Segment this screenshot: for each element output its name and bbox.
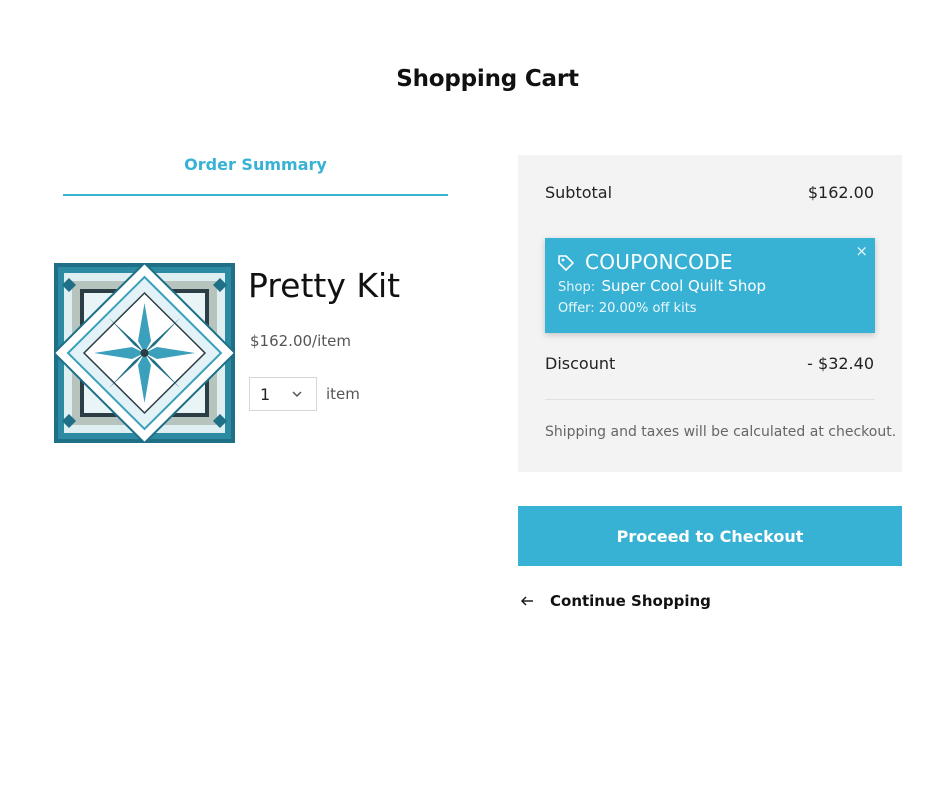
quantity-value: 1 — [260, 384, 271, 404]
product-image[interactable] — [54, 263, 235, 443]
arrow-left-icon — [521, 596, 533, 606]
subtotal-value: $162.00 — [807, 183, 874, 202]
coupon-card: COUPONCODE × Shop: Super Cool Quilt Shop… — [545, 238, 875, 333]
discount-label: Discount — [545, 354, 616, 373]
coupon-remove-button[interactable]: × — [855, 242, 868, 260]
chevron-down-icon — [292, 391, 302, 398]
continue-shopping-link[interactable]: Continue Shopping — [518, 592, 711, 610]
coupon-shop: Shop: Super Cool Quilt Shop — [558, 277, 766, 295]
checkout-button[interactable]: Proceed to Checkout — [518, 506, 902, 566]
continue-shopping-label: Continue Shopping — [550, 592, 711, 610]
coupon-code: COUPONCODE — [585, 250, 733, 274]
product-title[interactable]: Pretty Kit — [248, 266, 400, 305]
coupon-shop-name: Super Cool Quilt Shop — [601, 277, 767, 295]
coupon-shop-label: Shop: — [558, 280, 596, 295]
discount-value: - $32.40 — [807, 354, 874, 373]
totals-divider — [545, 399, 875, 400]
page-title: Shopping Cart — [396, 66, 579, 92]
subtotal-label: Subtotal — [545, 183, 613, 202]
tab-order-summary[interactable]: Order Summary — [63, 155, 448, 174]
tag-icon — [558, 255, 574, 271]
quantity-select[interactable]: 1 — [249, 377, 317, 411]
coupon-offer: Offer: 20.00% off kits — [558, 301, 697, 316]
shipping-note: Shipping and taxes will be calculated at… — [545, 424, 897, 440]
quantity-unit-label: item — [326, 385, 360, 403]
tab-underline — [63, 194, 448, 196]
product-price: $162.00/item — [250, 332, 351, 350]
